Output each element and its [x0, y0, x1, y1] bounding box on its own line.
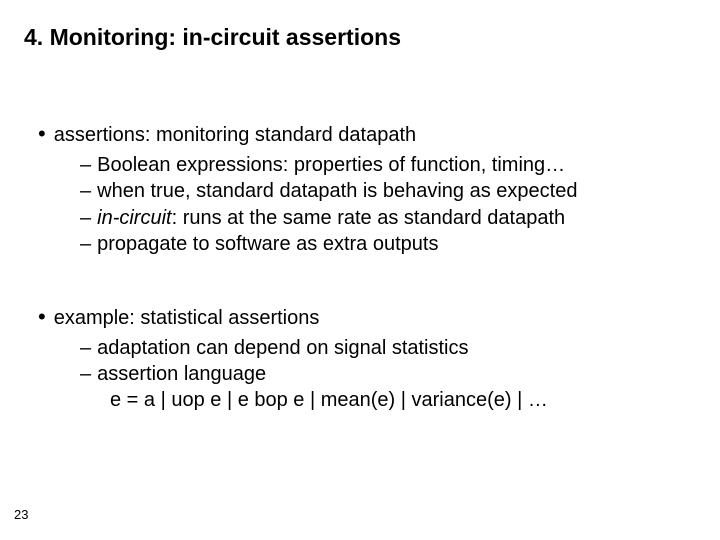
bullet-text: Boolean expressions: properties of funct… — [97, 154, 565, 176]
bullet-level-2: –assertion language — [80, 361, 700, 387]
bullet-text: : runs at the same rate as standard data… — [172, 207, 566, 229]
dash-marker: – — [80, 335, 91, 361]
bullet-text-italic: in-circuit — [97, 207, 171, 229]
bullet-level-3: e = a | uop e | e bop e | mean(e) | vari… — [110, 387, 700, 413]
bullet-level-2: –in-circuit: runs at the same rate as st… — [80, 205, 700, 231]
bullet-level-2: –adaptation can depend on signal statist… — [80, 335, 700, 361]
bullet-marker: • — [38, 119, 46, 148]
bullet-text: adaptation can depend on signal statisti… — [97, 337, 468, 359]
bullet-marker: • — [38, 302, 46, 331]
bullet-text: propagate to software as extra outputs — [97, 233, 438, 255]
dash-marker: – — [80, 152, 91, 178]
bullet-block: • example: statistical assertions –adapta… — [20, 304, 700, 414]
bullet-level-1: • example: statistical assertions — [38, 304, 700, 333]
bullet-block: • assertions: monitoring standard datapat… — [20, 121, 700, 258]
bullet-level-2: –propagate to software as extra outputs — [80, 231, 700, 257]
dash-marker: – — [80, 205, 91, 231]
bullet-level-2: –Boolean expressions: properties of func… — [80, 152, 700, 178]
bullet-level-1: • assertions: monitoring standard datapat… — [38, 121, 700, 150]
slide-title: 4. Monitoring: in-circuit assertions — [24, 24, 700, 51]
dash-marker: – — [80, 178, 91, 204]
bullet-level-2: –when true, standard datapath is behavin… — [80, 178, 700, 204]
bullet-text: example: statistical assertions — [54, 306, 320, 328]
bullet-text: assertions: monitoring standard datapath — [54, 124, 416, 146]
slide: 4. Monitoring: in-circuit assertions • as… — [0, 0, 720, 540]
slide-content: • assertions: monitoring standard datapat… — [20, 121, 700, 414]
bullet-text: e = a | uop e | e bop e | mean(e) | vari… — [110, 389, 548, 411]
dash-marker: – — [80, 231, 91, 257]
bullet-text: when true, standard datapath is behaving… — [97, 180, 577, 202]
page-number: 23 — [14, 507, 28, 522]
dash-marker: – — [80, 361, 91, 387]
bullet-text: assertion language — [97, 363, 266, 385]
